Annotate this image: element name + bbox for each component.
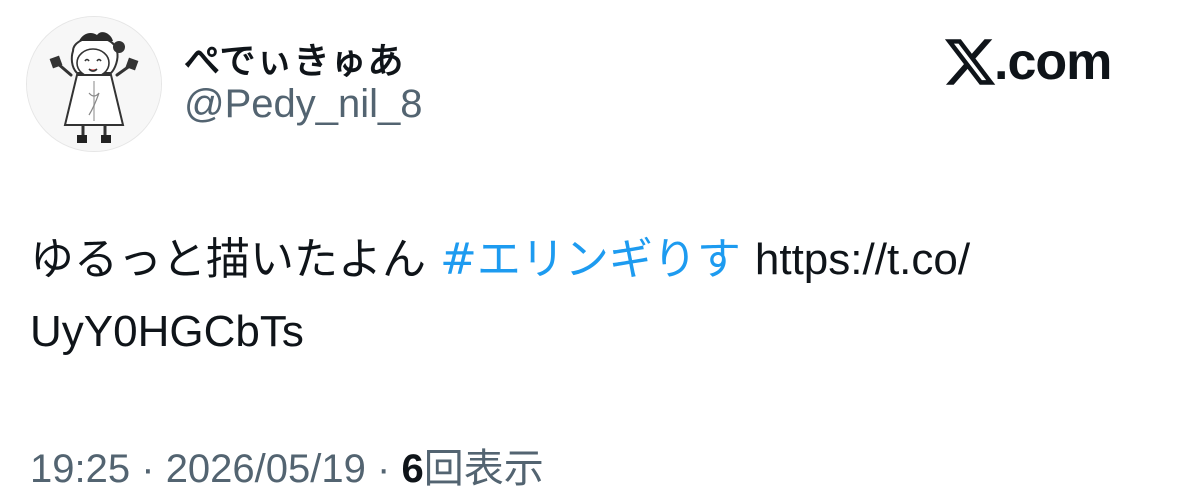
hashtag-link[interactable]: #エリンギりす [440, 234, 741, 285]
views-label: 回表示 [423, 447, 544, 491]
tweet-line-2: UyY0HGCbTs [30, 296, 1150, 368]
avatar[interactable] [26, 16, 162, 152]
tweet-line-1: ゆるっと描いたよん #エリンギりす https://t.co/ [30, 224, 1150, 296]
tweet-time[interactable]: 19:25 [30, 447, 130, 491]
tweet-text: ゆるっと描いたよん #エリンギりす https://t.co/ UyY0HGCb… [30, 224, 1150, 368]
brand-domain: .com [994, 33, 1112, 91]
user-handle[interactable]: @Pedy_nil_8 [184, 82, 423, 127]
tweet-date[interactable]: 2026/05/19 [166, 447, 366, 491]
display-name[interactable]: ぺでぃきゅあ [184, 32, 405, 84]
tweet-body: ゆるっと描いたよん [30, 234, 426, 285]
tweet-url-part1[interactable]: https://t.co/ [755, 235, 970, 284]
tweet-meta: 19:25 · 2026/05/19 · 6回表示 [30, 436, 544, 494]
avatar-illustration-icon [27, 17, 161, 151]
x-logo-icon [944, 39, 996, 85]
meta-separator-2: · [377, 447, 391, 491]
meta-separator: · [141, 447, 155, 491]
tweet-url-part2[interactable]: UyY0HGCbTs [30, 307, 304, 356]
views-count: 6 [401, 447, 424, 491]
x-com-brand: .com [942, 30, 1112, 94]
